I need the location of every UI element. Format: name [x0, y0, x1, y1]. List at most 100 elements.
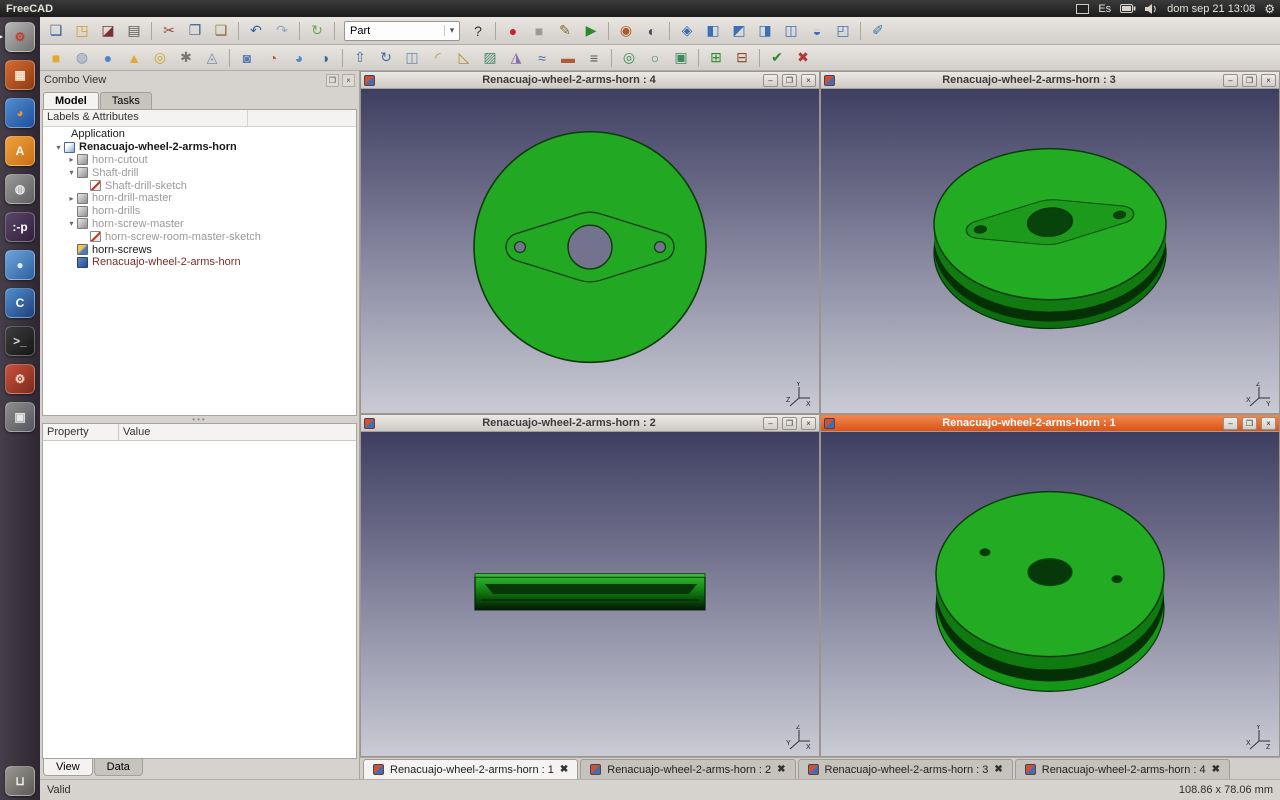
launcher-item-browser[interactable]: ●	[5, 250, 35, 280]
redo-icon[interactable]: ↷	[270, 20, 294, 42]
offset-3d-icon[interactable]: ◎	[617, 47, 641, 69]
tree-expander[interactable]: ▸	[66, 194, 77, 203]
3d-viewport[interactable]: Y Z X	[821, 432, 1279, 756]
tree-expander[interactable]: ▾	[66, 168, 77, 177]
paste-icon[interactable]: ❑	[209, 20, 233, 42]
maximize-button[interactable]: ❐	[782, 73, 797, 87]
minimize-button[interactable]: –	[1223, 416, 1238, 430]
tree-item[interactable]: Renacuajo-wheel-2-arms-horn	[43, 256, 356, 269]
launcher-item-freecad[interactable]: ▸ ⚙	[0, 22, 35, 52]
view-left-icon[interactable]: ◰	[831, 20, 855, 42]
separator[interactable]	[342, 48, 343, 67]
launcher-item-c-app[interactable]: C	[5, 288, 35, 318]
minimize-button[interactable]: –	[763, 416, 778, 430]
document-tab[interactable]: Renacuajo-wheel-2-arms-horn : 4 ✖	[1014, 759, 1230, 779]
defeaturing-icon[interactable]: ✖	[791, 47, 815, 69]
launcher-item-trash[interactable]: ⊔	[5, 766, 35, 796]
sweep-icon[interactable]: ≈	[530, 47, 554, 69]
launcher-item-player[interactable]: ◍	[5, 174, 35, 204]
section-icon[interactable]: ▬	[556, 47, 580, 69]
3d-viewport[interactable]: Y X Z	[361, 89, 819, 413]
tree-item[interactable]: horn-screw-room-master-sketch	[43, 230, 356, 243]
draw-style-icon[interactable]: ◐	[640, 20, 664, 42]
battery-icon[interactable]	[1120, 4, 1136, 13]
launcher-item-system-settings[interactable]: ⚙	[5, 364, 35, 394]
create-primitives-icon[interactable]: ✱	[174, 47, 198, 69]
combo-view-tab[interactable]: Tasks	[99, 92, 152, 109]
property-view-tab[interactable]: View	[43, 759, 93, 776]
splitter-handle[interactable]: •••	[40, 415, 359, 424]
print-icon[interactable]: ▤	[122, 20, 146, 42]
separator[interactable]	[669, 21, 670, 40]
save-document-icon[interactable]: ◪	[96, 20, 120, 42]
macro-record-icon[interactable]: ●	[501, 20, 525, 42]
boolean-union-icon[interactable]: ◕	[287, 47, 311, 69]
tree-item[interactable]: Shaft-drill-sketch	[43, 179, 356, 192]
macro-stop-icon[interactable]: ■	[527, 20, 551, 42]
tree-item[interactable]: ▸ horn-cutout	[43, 154, 356, 167]
refresh-icon[interactable]: ↻	[305, 20, 329, 42]
launcher-item-software-center[interactable]: A	[5, 136, 35, 166]
tree-expander[interactable]: ▾	[66, 219, 77, 228]
combo-view-tab[interactable]: Model	[43, 92, 99, 109]
separator[interactable]	[229, 48, 230, 67]
tray-window-icon[interactable]	[1076, 3, 1090, 14]
close-button[interactable]: ×	[801, 73, 816, 87]
tree-item[interactable]: ▸ horn-drill-master	[43, 192, 356, 205]
mdi-window-2-titlebar[interactable]: Renacuajo-wheel-2-arms-horn : 2 – ❐ ×	[361, 415, 819, 432]
primitive-torus-icon[interactable]: ◎	[148, 47, 172, 69]
tab-close-icon[interactable]: ✖	[994, 764, 1002, 775]
minimize-button[interactable]: –	[763, 73, 778, 87]
tree-expander[interactable]: ▸	[66, 155, 77, 164]
launcher-item-firefox[interactable]: ◕	[5, 98, 35, 128]
tab-close-icon[interactable]: ✖	[1212, 764, 1220, 775]
tree-expander[interactable]: ▾	[53, 143, 64, 152]
maximize-button[interactable]: ❐	[782, 416, 797, 430]
view-isometric-icon[interactable]: ◈	[675, 20, 699, 42]
copy-icon[interactable]: ❐	[183, 20, 207, 42]
launcher-item-pinta[interactable]: :-p	[5, 212, 35, 242]
primitive-cone-icon[interactable]: ▲	[122, 47, 146, 69]
maximize-button[interactable]: ❐	[1242, 416, 1257, 430]
view-right-icon[interactable]: ◨	[753, 20, 777, 42]
mdi-window-4-titlebar[interactable]: Renacuajo-wheel-2-arms-horn : 4 – ❐ ×	[361, 72, 819, 89]
offset-2d-icon[interactable]: ○	[643, 47, 667, 69]
minimize-button[interactable]: –	[1223, 73, 1238, 87]
dock-float-icon[interactable]: ❐	[326, 73, 339, 87]
extrude-icon[interactable]: ⇧	[348, 47, 372, 69]
revolve-icon[interactable]: ↻	[374, 47, 398, 69]
whats-this-icon[interactable]: ?	[466, 20, 490, 42]
explode-compound-icon[interactable]: ⊟	[730, 47, 754, 69]
cross-sections-icon[interactable]: ≡	[582, 47, 606, 69]
volume-icon[interactable]	[1145, 3, 1158, 14]
workbench-selector[interactable]: Part ▾	[344, 20, 460, 41]
tree-item[interactable]: ▾ Renacuajo-wheel-2-arms-horn	[43, 141, 356, 154]
separator[interactable]	[698, 48, 699, 67]
3d-viewport[interactable]: Z X Y	[361, 432, 819, 756]
check-geometry-icon[interactable]: ✔	[765, 47, 789, 69]
chamfer-icon[interactable]: ◺	[452, 47, 476, 69]
dock-close-icon[interactable]: ×	[342, 73, 355, 87]
separator[interactable]	[299, 21, 300, 40]
fillet-icon[interactable]: ◜	[426, 47, 450, 69]
launcher-item-workspaces[interactable]: ▣	[5, 402, 35, 432]
document-tab[interactable]: Renacuajo-wheel-2-arms-horn : 1 ✖	[363, 759, 579, 779]
new-document-icon[interactable]: ❏	[44, 20, 68, 42]
loft-icon[interactable]: ◮	[504, 47, 528, 69]
open-document-icon[interactable]: ◳	[70, 20, 94, 42]
cut-icon[interactable]: ✂	[157, 20, 181, 42]
mdi-window-3-titlebar[interactable]: Renacuajo-wheel-2-arms-horn : 3 – ❐ ×	[821, 72, 1279, 89]
maximize-button[interactable]: ❐	[1242, 73, 1257, 87]
separator[interactable]	[860, 21, 861, 40]
session-menu-icon[interactable]: ⚙	[1264, 2, 1275, 16]
mirror-icon[interactable]: ◫	[400, 47, 424, 69]
separator[interactable]	[759, 48, 760, 67]
close-button[interactable]: ×	[1261, 416, 1276, 430]
boolean-operation-icon[interactable]: ◙	[235, 47, 259, 69]
document-tab[interactable]: Renacuajo-wheel-2-arms-horn : 3 ✖	[797, 759, 1013, 779]
view-rear-icon[interactable]: ◫	[779, 20, 803, 42]
shape-builder-icon[interactable]: ◬	[200, 47, 224, 69]
tree-item[interactable]: ▾ Shaft-drill	[43, 166, 356, 179]
mdi-window-1-titlebar[interactable]: Renacuajo-wheel-2-arms-horn : 1 – ❐ ×	[821, 415, 1279, 432]
separator[interactable]	[611, 48, 612, 67]
